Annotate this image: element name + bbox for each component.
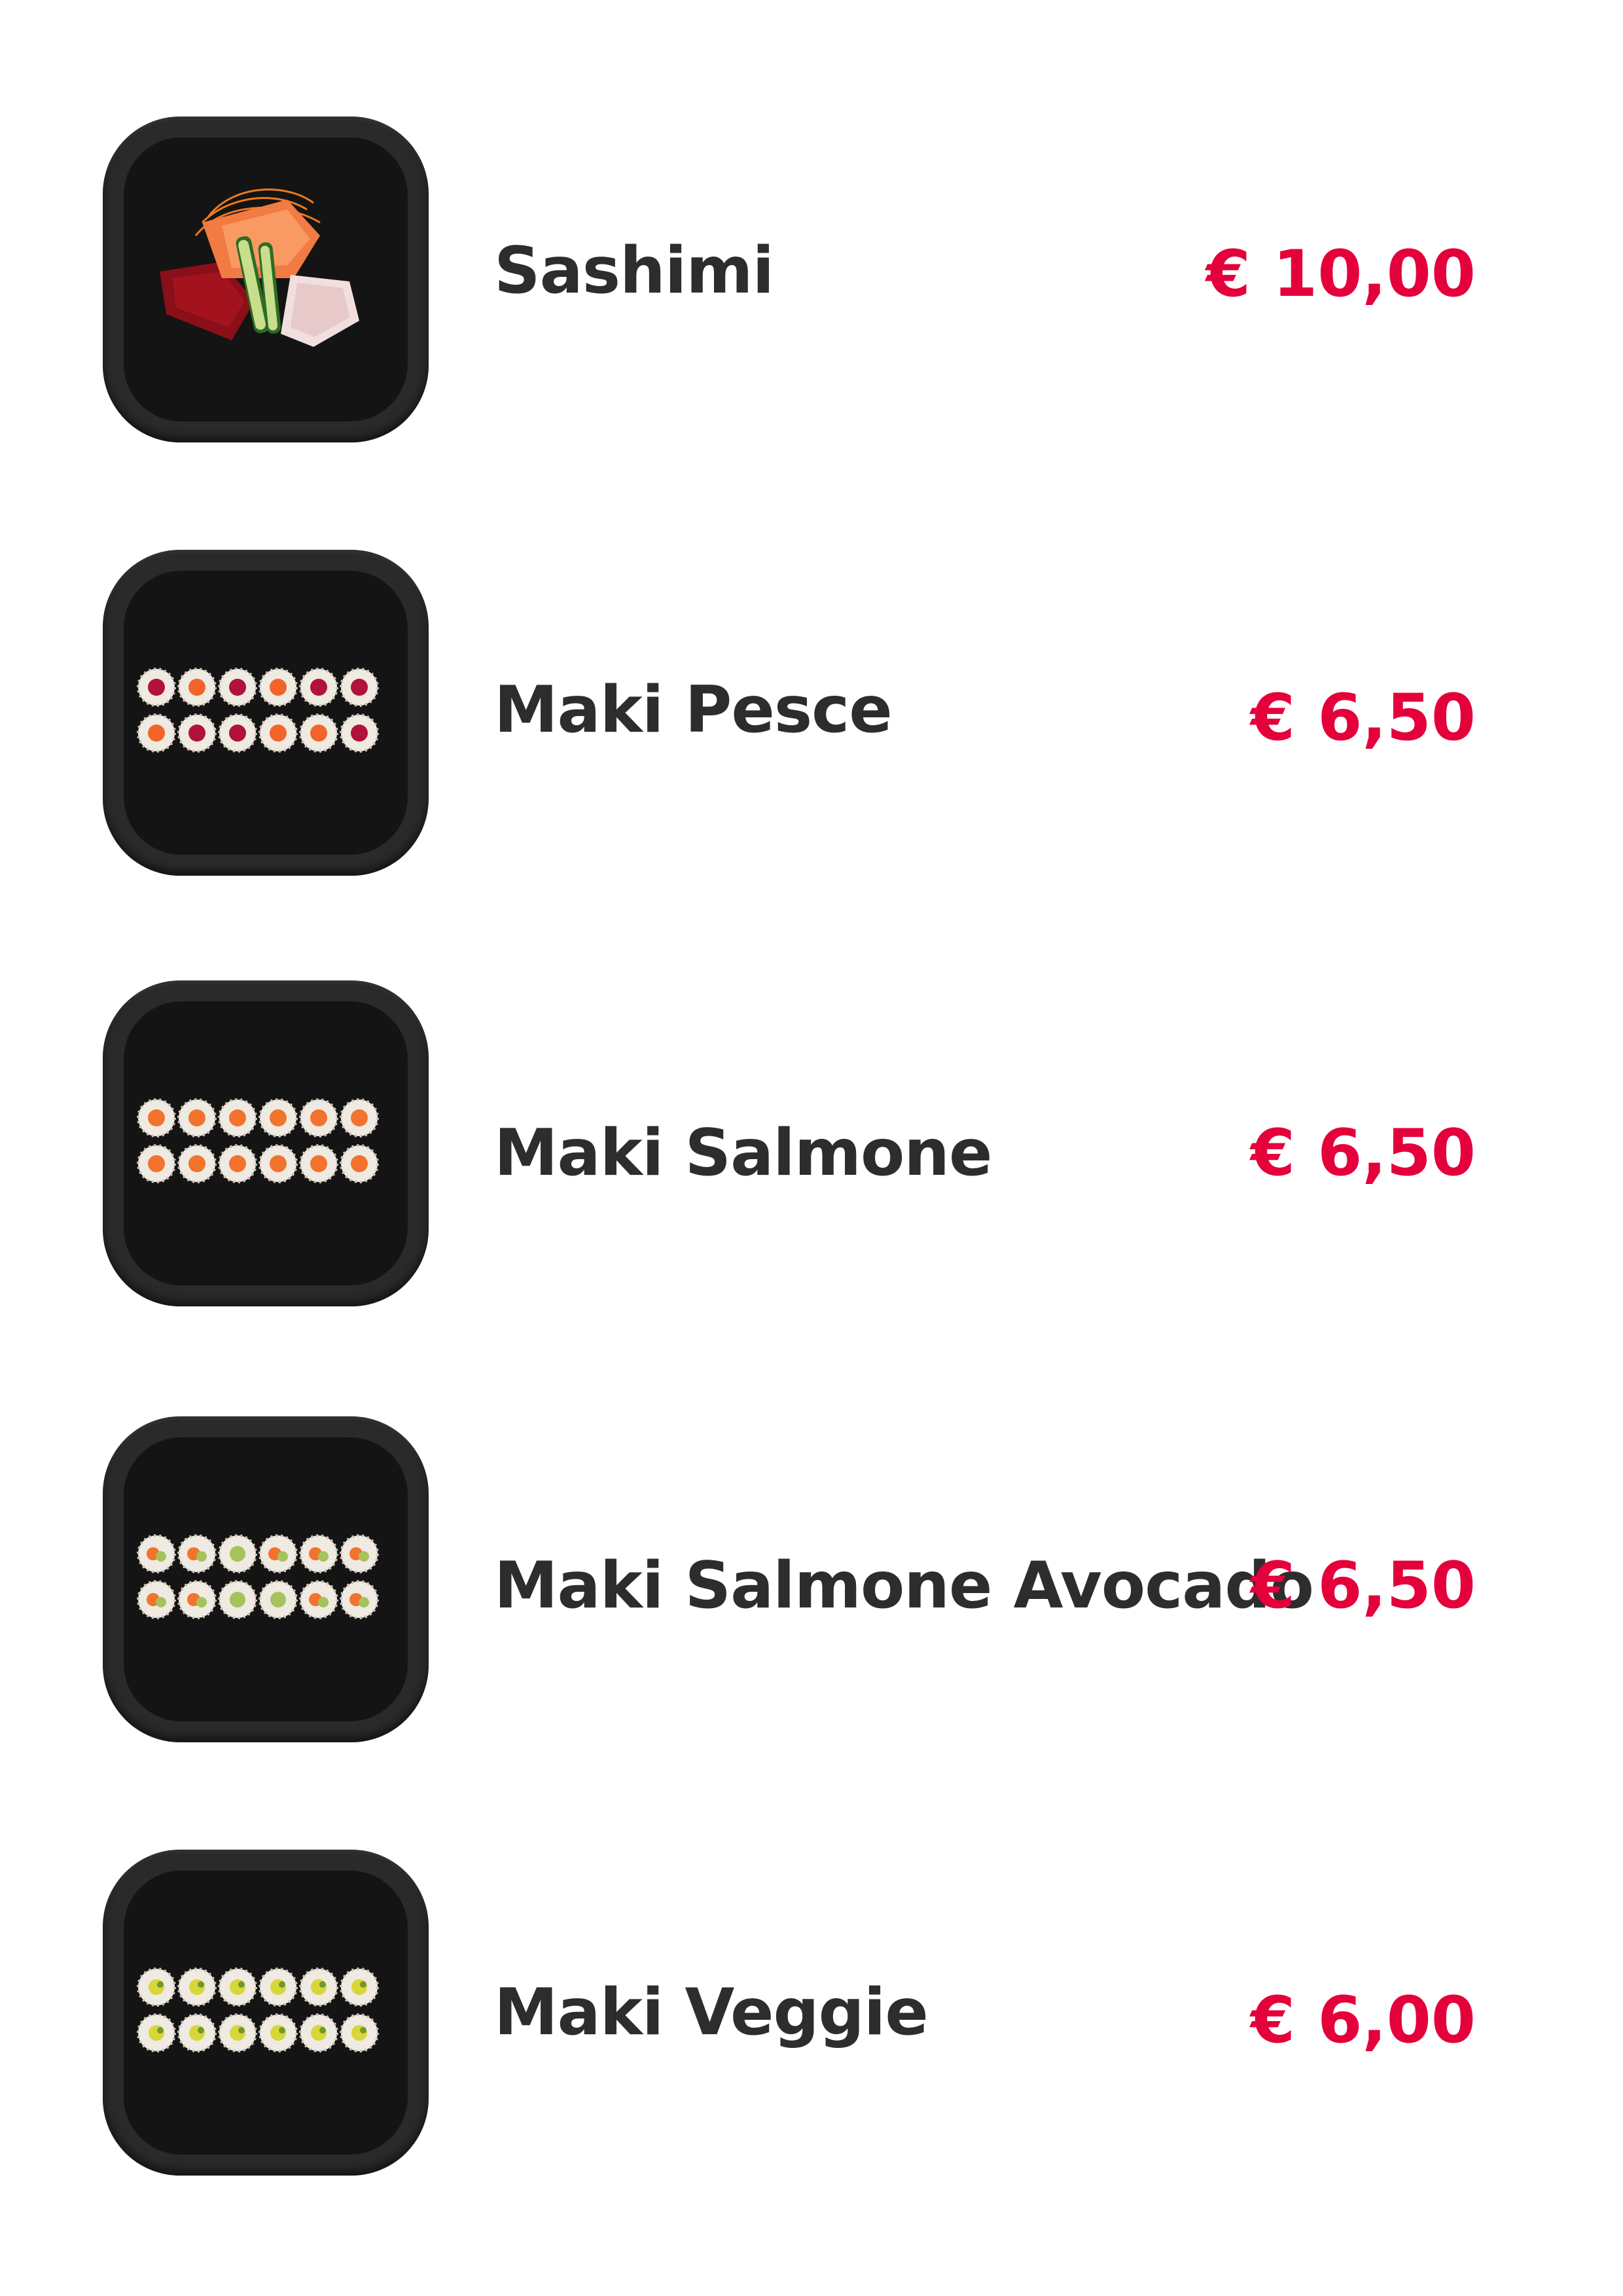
item-name: Maki Pesce xyxy=(494,673,893,747)
dish-image-frame[interactable] xyxy=(103,1416,429,1742)
item-name: Maki Salmone xyxy=(494,1116,993,1191)
dish-image-frame[interactable] xyxy=(103,1850,429,2176)
maki-salmone-image xyxy=(124,1001,408,1285)
menu-item[interactable]: Maki Salmone Avocado € 6,50 xyxy=(0,1416,1623,1744)
maki-veggie-image xyxy=(124,1871,408,2155)
item-price: € 6,50 xyxy=(1250,1116,1476,1191)
dish-image-frame[interactable] xyxy=(103,117,429,442)
menu-item[interactable]: Maki Veggie € 6,00 xyxy=(0,1850,1623,2177)
menu-item[interactable]: Sashimi € 10,00 xyxy=(0,117,1623,444)
item-name: Sashimi xyxy=(494,234,774,308)
item-price: € 6,50 xyxy=(1250,1549,1476,1623)
menu-item[interactable]: Maki Pesce € 6,50 xyxy=(0,550,1623,877)
dish-image-frame[interactable] xyxy=(103,980,429,1306)
menu-item[interactable]: Maki Salmone € 6,50 xyxy=(0,980,1623,1308)
dish-image-frame[interactable] xyxy=(103,550,429,876)
item-price: € 10,00 xyxy=(1205,237,1476,312)
maki-pesce-image xyxy=(124,571,408,855)
item-price: € 6,50 xyxy=(1250,681,1476,755)
item-name: Maki Veggie xyxy=(494,1975,929,2050)
item-price: € 6,00 xyxy=(1250,1983,1476,2058)
item-name: Maki Salmone Avocado xyxy=(494,1549,1314,1623)
sashimi-image xyxy=(124,137,408,422)
maki-salmone-avocado-image xyxy=(124,1437,408,1721)
